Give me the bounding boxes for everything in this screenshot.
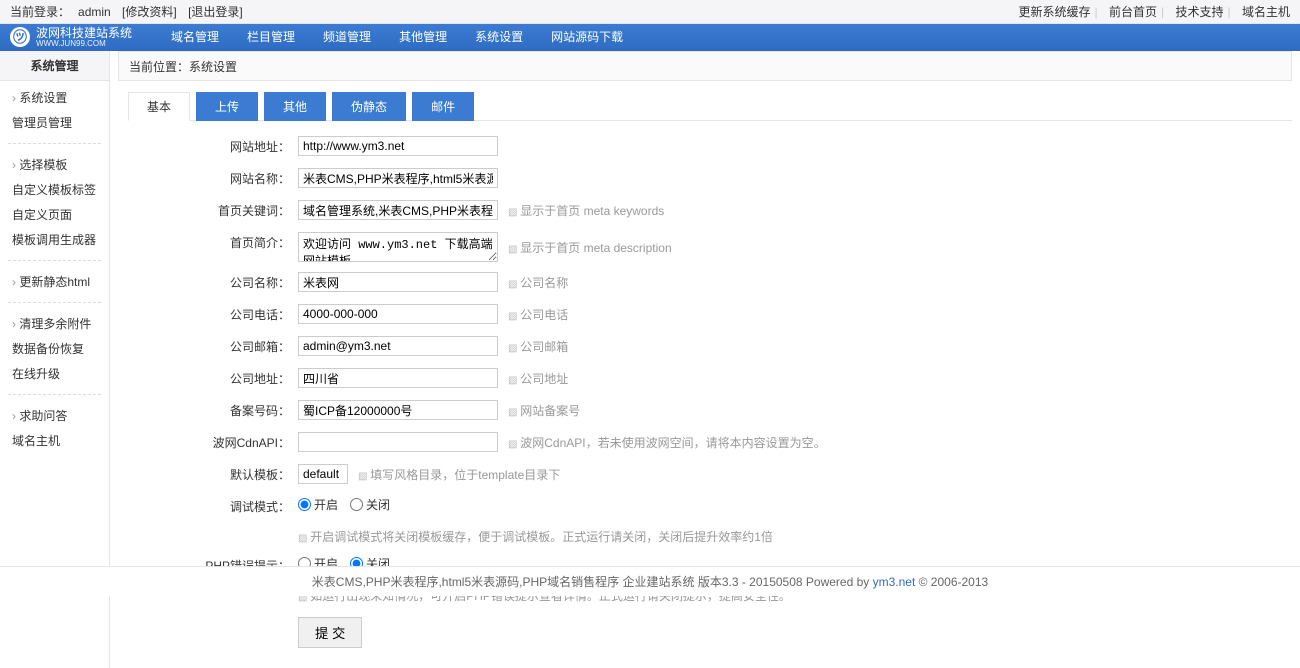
nav-domain[interactable]: 域名管理 — [157, 24, 233, 51]
sidebar-item-system-settings[interactable]: 系统设置 — [0, 85, 109, 110]
sidebar-item-select-template[interactable]: 选择模板 — [0, 152, 109, 177]
sidebar-item-qa[interactable]: 求助问答 — [0, 403, 109, 428]
hint-icp: 网站备案号 — [508, 402, 580, 419]
input-keywords[interactable] — [298, 200, 498, 220]
label-site-url: 网站地址： — [118, 136, 298, 158]
hint-company-addr: 公司地址 — [508, 370, 568, 387]
radio-debug-off[interactable] — [350, 498, 363, 511]
sidebar-item-domain-host[interactable]: 域名主机 — [0, 428, 109, 453]
hint-template: 填写风格目录，位于template目录下 — [358, 466, 560, 483]
tab-upload[interactable]: 上传 — [196, 92, 258, 121]
nav-column[interactable]: 栏目管理 — [233, 24, 309, 51]
logo-sub: WWW.JUN99.COM — [36, 40, 132, 48]
note-debug: 开启调试模式将关闭模板缓存，便于调试模板。正式运行请关闭，关闭后提升效率约1倍 — [298, 528, 773, 545]
top-link-support[interactable]: 技术支持 — [1176, 5, 1224, 19]
textarea-description[interactable]: 欢迎访问 www.ym3.net 下载高端网站模板... — [298, 232, 498, 262]
footer: 米表CMS,PHP米表程序,html5米表源码,PHP域名销售程序 企业建站系统… — [0, 566, 1300, 596]
footer-text1: 米表CMS,PHP米表程序,html5米表源码,PHP域名销售程序 企业建站系统… — [312, 575, 873, 589]
main-nav: 域名管理 栏目管理 频道管理 其他管理 系统设置 网站源码下载 — [157, 24, 637, 51]
sidebar-item-clean-files[interactable]: 清理多余附件 — [0, 311, 109, 336]
label-keywords: 首页关键词： — [118, 200, 298, 222]
submit-button[interactable]: 提 交 — [298, 617, 362, 648]
label-icp: 备案号码： — [118, 400, 298, 422]
tab-rewrite[interactable]: 伪静态 — [332, 92, 406, 121]
logo-icon: ㋡ — [10, 27, 30, 47]
tab-other[interactable]: 其他 — [264, 92, 326, 121]
nav-channel[interactable]: 频道管理 — [309, 24, 385, 51]
radio-debug-on[interactable] — [298, 498, 311, 511]
footer-text2: © 2006-2013 — [915, 575, 988, 589]
radio-debug-off-label[interactable]: 关闭 — [350, 496, 390, 513]
input-template[interactable] — [298, 464, 348, 484]
input-company-email[interactable] — [298, 336, 498, 356]
sidebar-item-upgrade[interactable]: 在线升级 — [0, 361, 109, 386]
label-site-name: 网站名称： — [118, 168, 298, 190]
label-company-tel: 公司电话： — [118, 304, 298, 326]
edit-profile-link[interactable]: [修改资料] — [122, 5, 177, 19]
footer-link[interactable]: ym3.net — [873, 575, 916, 589]
hint-company-tel: 公司电话 — [508, 306, 568, 323]
hint-company-email: 公司邮箱 — [508, 338, 568, 355]
login-prefix: 当前登录： — [10, 5, 70, 19]
sidebar-item-backup[interactable]: 数据备份恢复 — [0, 336, 109, 361]
sidebar-item-template-generator[interactable]: 模板调用生成器 — [0, 227, 109, 252]
sidebar-item-update-html[interactable]: 更新静态html — [0, 269, 109, 294]
sidebar-item-admin-manage[interactable]: 管理员管理 — [0, 110, 109, 135]
input-cdnapi[interactable] — [298, 432, 498, 452]
label-company-email: 公司邮箱： — [118, 336, 298, 358]
breadcrumb: 当前位置：系统设置 — [118, 51, 1292, 81]
hint-description: 显示于首页 meta description — [508, 239, 672, 256]
hint-cdnapi: 波网CdnAPI，若未使用波网空间，请将本内容设置为空。 — [508, 434, 826, 451]
sidebar-item-custom-tags[interactable]: 自定义模板标签 — [0, 177, 109, 202]
input-company-addr[interactable] — [298, 368, 498, 388]
top-link-cache[interactable]: 更新系统缓存 — [1019, 5, 1091, 19]
label-cdnapi: 波网CdnAPI： — [118, 432, 298, 454]
hint-company-name: 公司名称 — [508, 274, 568, 291]
label-debug: 调试模式： — [118, 496, 298, 518]
tab-email[interactable]: 邮件 — [412, 92, 474, 121]
sidebar-title: 系统管理 — [0, 51, 109, 81]
input-company-name[interactable] — [298, 272, 498, 292]
input-company-tel[interactable] — [298, 304, 498, 324]
tabs: 基本 上传 其他 伪静态 邮件 — [128, 91, 1292, 121]
tab-basic[interactable]: 基本 — [128, 92, 190, 121]
username: admin — [78, 5, 111, 19]
logout-link[interactable]: [退出登录] — [188, 5, 243, 19]
logo: ㋡ 波网科技建站系统WWW.JUN99.COM — [10, 27, 132, 48]
header: ㋡ 波网科技建站系统WWW.JUN99.COM 域名管理 栏目管理 频道管理 其… — [0, 24, 1300, 51]
label-company-addr: 公司地址： — [118, 368, 298, 390]
nav-system[interactable]: 系统设置 — [461, 24, 537, 51]
input-site-name[interactable] — [298, 168, 498, 188]
input-site-url[interactable] — [298, 136, 498, 156]
sidebar-item-custom-page[interactable]: 自定义页面 — [0, 202, 109, 227]
crumb-label: 当前位置： — [129, 60, 189, 74]
crumb-current: 系统设置 — [189, 60, 237, 74]
input-icp[interactable] — [298, 400, 498, 420]
label-template: 默认模板： — [118, 464, 298, 486]
label-description: 首页简介： — [118, 232, 298, 254]
nav-download[interactable]: 网站源码下载 — [537, 24, 637, 51]
topbar: 当前登录：admin [修改资料] [退出登录] 更新系统缓存| 前台首页| 技… — [0, 0, 1300, 24]
label-company-name: 公司名称： — [118, 272, 298, 294]
logo-title: 波网科技建站系统 — [36, 26, 132, 40]
nav-other[interactable]: 其他管理 — [385, 24, 461, 51]
radio-debug-on-label[interactable]: 开启 — [298, 496, 338, 513]
top-link-domain[interactable]: 域名主机 — [1242, 5, 1290, 19]
top-link-front[interactable]: 前台首页 — [1109, 5, 1157, 19]
hint-keywords: 显示于首页 meta keywords — [508, 202, 664, 219]
